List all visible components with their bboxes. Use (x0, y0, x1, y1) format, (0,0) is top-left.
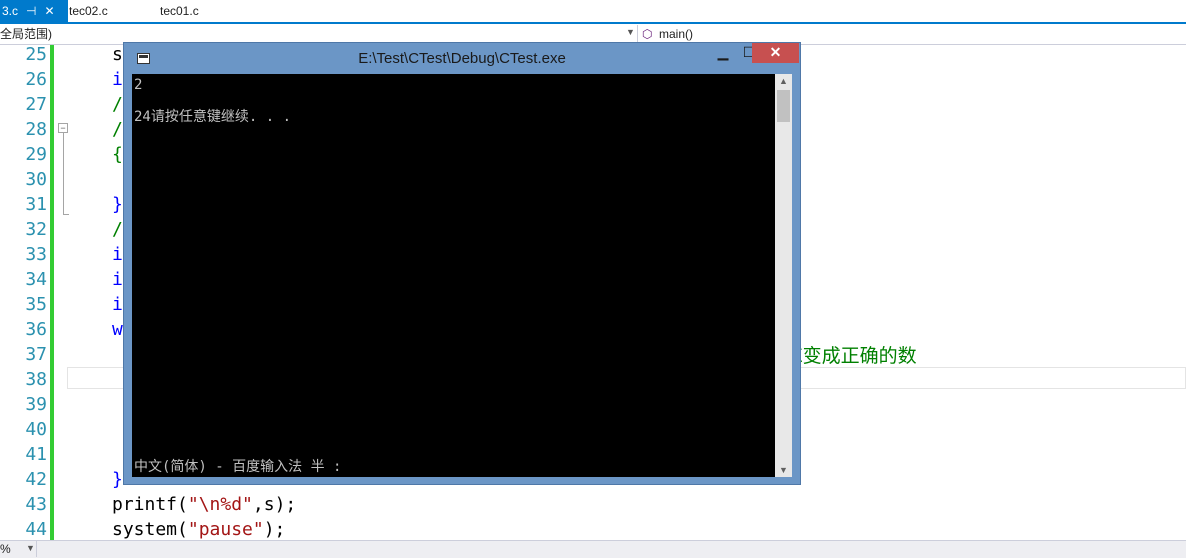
console-output-line: 2 (134, 77, 143, 93)
code-token: system( (112, 519, 188, 540)
zoom-level: % (0, 542, 11, 556)
chevron-down-icon[interactable]: ▼ (26, 543, 35, 553)
scrollbar-thumb[interactable] (777, 90, 790, 122)
editor-status-bar: % ▼ (0, 540, 1186, 558)
outline-guide (63, 125, 64, 215)
line-number: 31 (25, 194, 47, 215)
scroll-down-icon[interactable]: ▼ (775, 465, 792, 475)
code-line-system: system("pause"); (112, 517, 285, 542)
ime-status-line: 中文(简体) - 百度输入法 半 : (134, 459, 342, 475)
tab-tec01c[interactable]: tec01.c (160, 0, 199, 22)
line-number: 36 (25, 319, 47, 340)
code-token: ,s); (252, 494, 297, 515)
line-number: 44 (25, 519, 47, 540)
line-number: 28 (25, 119, 47, 140)
code-line: i (112, 244, 123, 265)
change-indicator-bar (50, 45, 54, 540)
line-number: 39 (25, 394, 47, 415)
tab-label: tec02.c (69, 4, 108, 18)
scope-label: 全局范围) (0, 27, 52, 41)
document-tab-strip: 3.c ⊣ ✕ tec02.c tec01.c (0, 0, 1186, 24)
line-number: 37 (25, 344, 47, 365)
code-line: w (112, 319, 123, 340)
pin-icon[interactable]: ⊣ (26, 0, 36, 22)
code-token: printf( (112, 494, 188, 515)
tab-tec02c[interactable]: tec02.c (69, 0, 108, 22)
code-token: ); (263, 519, 286, 540)
line-number: 42 (25, 469, 47, 490)
tab-label: 3.c (2, 4, 19, 18)
console-scrollbar[interactable]: ▲ ▼ (775, 74, 792, 477)
line-number: 25 (25, 44, 47, 65)
member-label: main() (659, 27, 694, 41)
code-comment: E变成正确的数 (790, 346, 917, 367)
console-title: E:\Test\CTest\Debug\CTest.exe (358, 50, 566, 67)
minimize-button[interactable]: ▁ (710, 43, 736, 63)
line-number: 26 (25, 69, 47, 90)
close-button[interactable]: ✕ (752, 43, 799, 63)
code-line: / (112, 94, 123, 115)
string-literal: "pause" (187, 519, 264, 540)
code-line: i (112, 69, 123, 90)
line-number: 43 (25, 494, 47, 515)
code-line: } (112, 469, 123, 490)
line-number: 35 (25, 294, 47, 315)
tab-label: tec01.c (160, 4, 199, 18)
method-icon: ⬡ (642, 27, 653, 41)
code-line: { (112, 144, 123, 165)
console-window[interactable]: E:\Test\CTest\Debug\CTest.exe ▁ ☐ ✕ 2 24… (123, 42, 801, 485)
string-literal: "\n%d" (187, 494, 253, 515)
code-line: } (112, 194, 123, 215)
line-number: 34 (25, 269, 47, 290)
console-title-bar[interactable]: E:\Test\CTest\Debug\CTest.exe ▁ ☐ ✕ (124, 43, 800, 74)
console-output-area[interactable]: 2 24请按任意键继续. . . 中文(简体) - 百度输入法 半 : (132, 74, 775, 477)
code-line-printf: printf("\n%d",s); (112, 492, 296, 517)
chevron-down-icon[interactable]: ▼ (626, 27, 635, 37)
member-dropdown[interactable]: main() (659, 25, 693, 43)
close-icon[interactable]: ✕ (44, 0, 54, 22)
line-number: 29 (25, 144, 47, 165)
code-line: s (112, 44, 123, 65)
line-number: 38 (25, 369, 47, 390)
outline-guide-end (63, 214, 69, 215)
tab-3c[interactable]: 3.c ⊣ ✕ (0, 0, 68, 22)
code-line: i (112, 269, 123, 290)
collapse-toggle-icon[interactable]: − (58, 123, 68, 133)
line-number: 33 (25, 244, 47, 265)
scroll-up-icon[interactable]: ▲ (775, 76, 792, 86)
console-output-line: 24请按任意键继续. . . (134, 109, 292, 125)
line-number: 27 (25, 94, 47, 115)
line-number: 41 (25, 444, 47, 465)
zoom-dropdown[interactable]: % ▼ (0, 541, 37, 557)
line-number: 32 (25, 219, 47, 240)
code-line: i (112, 294, 123, 315)
scope-dropdown[interactable]: 全局范围) (0, 25, 52, 43)
code-line: / (112, 119, 123, 140)
line-number: 40 (25, 419, 47, 440)
line-number: 30 (25, 169, 47, 190)
divider (637, 25, 638, 43)
code-line: / (112, 219, 123, 240)
